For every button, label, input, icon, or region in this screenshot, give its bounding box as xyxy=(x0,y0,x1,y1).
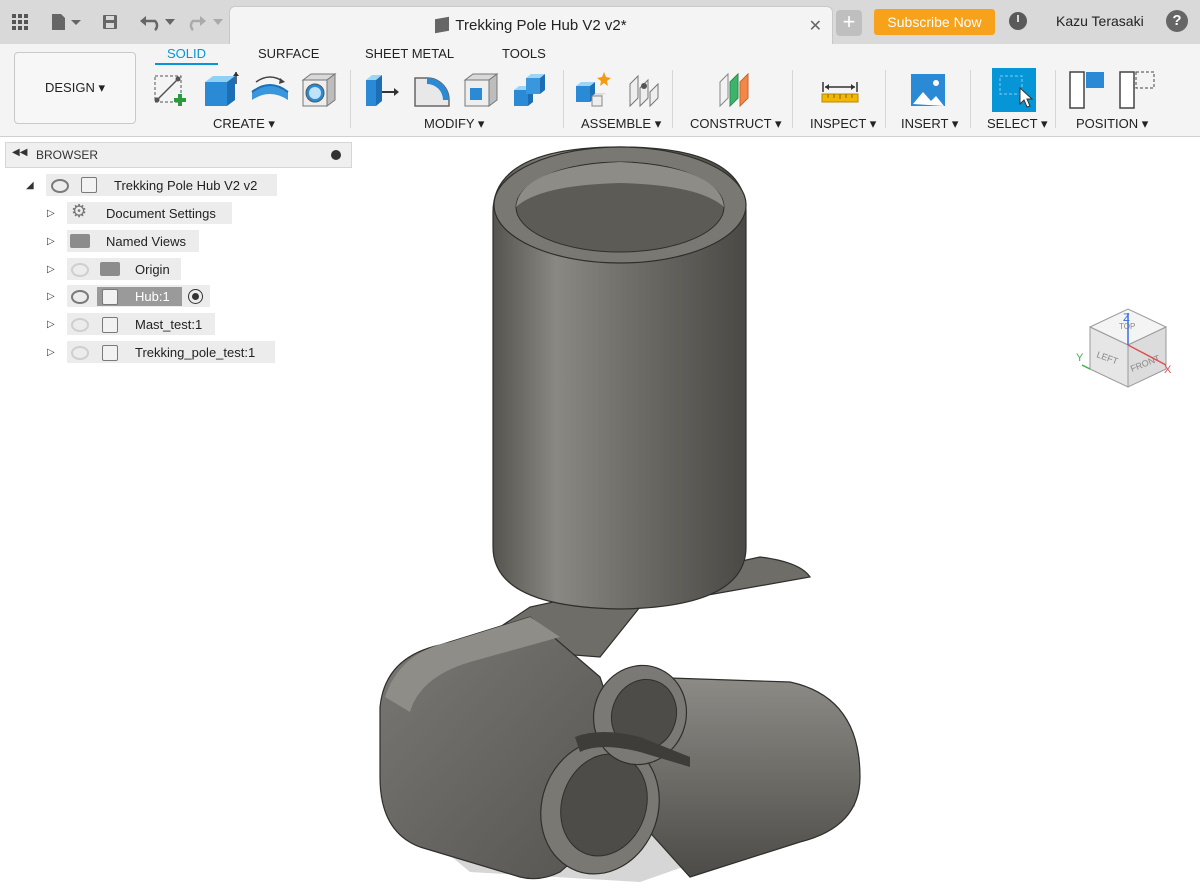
workspace-switcher[interactable]: DESIGN ▾ xyxy=(14,52,136,124)
toolbar-separator xyxy=(350,70,351,128)
help-icon[interactable]: ? xyxy=(1166,10,1188,32)
press-pull-icon[interactable] xyxy=(362,70,400,110)
apps-grid-icon[interactable] xyxy=(10,10,30,34)
toolbar-separator xyxy=(1055,70,1056,128)
modify-menu[interactable]: MODIFY ▾ xyxy=(424,116,484,132)
redo-icon[interactable] xyxy=(186,10,226,34)
position-menu[interactable]: POSITION ▾ xyxy=(1076,116,1148,132)
subscribe-button[interactable]: Subscribe Now xyxy=(874,9,995,35)
offset-plane-icon[interactable] xyxy=(716,70,754,110)
construct-menu[interactable]: CONSTRUCT ▾ xyxy=(690,116,782,132)
close-tab-icon[interactable]: ✕ xyxy=(809,16,822,36)
measure-icon[interactable] xyxy=(820,70,859,110)
tab-solid[interactable]: SOLID xyxy=(167,46,206,61)
inspect-menu[interactable]: INSPECT ▾ xyxy=(810,116,876,132)
assemble-menu[interactable]: ASSEMBLE ▾ xyxy=(581,116,661,132)
fillet-icon[interactable] xyxy=(412,70,450,110)
joint-icon[interactable] xyxy=(624,70,662,110)
user-name[interactable]: Kazu Terasaki xyxy=(1056,13,1144,29)
insert-menu[interactable]: INSERT ▾ xyxy=(901,116,958,132)
tab-tools[interactable]: TOOLS xyxy=(502,46,546,61)
viewcube[interactable]: TOP LEFT FRONT Z X Y xyxy=(1076,308,1172,388)
hole-icon[interactable] xyxy=(300,70,338,110)
workspace-label: DESIGN ▾ xyxy=(45,80,105,95)
create-sketch-icon[interactable] xyxy=(152,70,190,110)
3d-viewport[interactable]: TOP LEFT FRONT Z X Y xyxy=(0,137,1200,896)
combine-icon[interactable] xyxy=(512,70,550,110)
document-tab[interactable]: Trekking Pole Hub V2 v2* ✕ xyxy=(229,6,833,45)
align-icon[interactable] xyxy=(1068,70,1106,110)
insert-image-icon[interactable] xyxy=(909,70,947,110)
tab-sheet-metal[interactable]: SHEET METAL xyxy=(365,46,454,61)
toolbar-separator xyxy=(672,70,673,128)
create-menu[interactable]: CREATE ▾ xyxy=(213,116,275,132)
toolbar-separator xyxy=(563,70,564,128)
new-component-icon[interactable] xyxy=(574,70,612,110)
file-menu-icon[interactable] xyxy=(48,10,84,34)
document-title: Trekking Pole Hub V2 v2* xyxy=(230,16,832,34)
axis-y-label: Y xyxy=(1076,352,1084,364)
new-tab-button[interactable]: + xyxy=(836,10,862,36)
toolbar-separator xyxy=(970,70,971,128)
active-tab-indicator xyxy=(155,63,218,65)
title-bar: Trekking Pole Hub V2 v2* ✕ + Subscribe N… xyxy=(0,0,1200,45)
shell-icon[interactable] xyxy=(462,70,500,110)
revolve-icon[interactable] xyxy=(250,70,289,110)
document-cube-icon xyxy=(435,16,450,34)
axis-x-label: X xyxy=(1164,364,1172,376)
toolbar-separator xyxy=(792,70,793,128)
capture-position-icon[interactable] xyxy=(1118,70,1156,110)
extrude-icon[interactable] xyxy=(202,70,240,110)
undo-icon[interactable] xyxy=(138,10,178,34)
tab-surface[interactable]: SURFACE xyxy=(258,46,319,61)
toolbar-separator xyxy=(885,70,886,128)
save-icon[interactable] xyxy=(100,10,120,34)
document-title-text: Trekking Pole Hub V2 v2* xyxy=(455,17,627,34)
axis-z-label: Z xyxy=(1123,312,1130,324)
axis-y-line xyxy=(1081,364,1091,370)
select-menu[interactable]: SELECT ▾ xyxy=(987,116,1047,132)
job-status-icon[interactable] xyxy=(1009,12,1027,30)
select-icon[interactable] xyxy=(992,68,1036,112)
